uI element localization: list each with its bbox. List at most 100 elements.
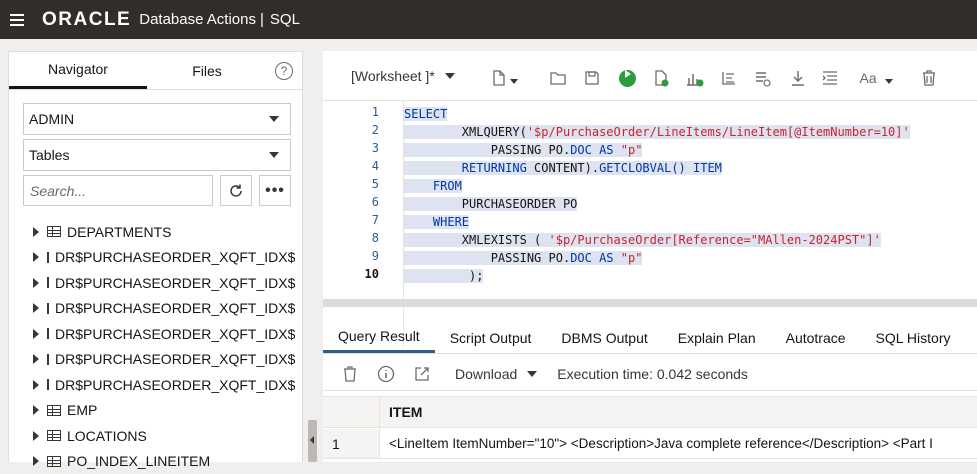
expand-arrow-icon[interactable] [33, 278, 39, 288]
tab-dbms-output[interactable]: DBMS Output [546, 322, 662, 353]
expand-arrow-icon[interactable] [33, 252, 39, 262]
tab-sql-history[interactable]: SQL History [861, 322, 966, 353]
results-toolbar: Download Execution time: 0.042 seconds [323, 357, 977, 391]
expand-arrow-icon[interactable] [33, 354, 39, 364]
table-icon [47, 430, 61, 441]
code-line: FROM [404, 177, 462, 195]
table-icon [47, 456, 61, 467]
refresh-button[interactable] [220, 175, 252, 206]
panel-collapse-handle[interactable] [308, 420, 317, 462]
download-icon[interactable] [788, 68, 808, 88]
text-case-icon[interactable]: Aa [860, 68, 876, 88]
worksheet-label: [Worksheet ]* [351, 68, 435, 84]
table-icon [47, 252, 49, 263]
table-icon [47, 303, 49, 314]
sql-editor[interactable]: 1 2 3 4 5 6 7 8 9 10 SELECT XMLQUERY('$p… [323, 101, 977, 347]
help-icon[interactable]: ? [275, 62, 293, 80]
list-item[interactable]: DR$PURCHASEORDER_XQFT_IDX$ [33, 245, 295, 271]
results-grid-header: ITEM [323, 396, 977, 428]
line-number: 2 [372, 123, 379, 137]
expand-arrow-icon[interactable] [33, 329, 39, 339]
tab-navigator[interactable]: Navigator [9, 52, 147, 89]
schema-select[interactable]: ADMIN [23, 103, 291, 135]
table-row[interactable]: 1 <LineItem ItemNumber="10"> <Descriptio… [323, 429, 977, 459]
worksheet-select[interactable]: [Worksheet ]* [351, 68, 455, 84]
save-icon[interactable] [582, 68, 602, 88]
chevron-down-icon [527, 371, 537, 377]
new-worksheet-icon[interactable] [489, 68, 509, 88]
chevron-down-icon[interactable] [509, 72, 519, 92]
format-icon[interactable] [820, 68, 840, 88]
code-line: XMLQUERY('$p/PurchaseOrder/LineItems/Lin… [404, 123, 910, 141]
column-header-item[interactable]: ITEM [380, 397, 422, 427]
cell-item[interactable]: <LineItem ItemNumber="10"> <Description>… [380, 429, 933, 458]
line-number-gutter: 1 2 3 4 5 6 7 8 9 10 [323, 101, 403, 347]
line-number: 7 [372, 213, 379, 227]
code-line: ); [404, 267, 483, 285]
table-icon [47, 277, 49, 288]
expand-arrow-icon[interactable] [33, 456, 39, 466]
tab-explain-plan[interactable]: Explain Plan [663, 322, 771, 353]
tab-files[interactable]: Files [147, 52, 267, 89]
download-label: Download [455, 366, 517, 382]
editor-results-splitter[interactable] [323, 299, 977, 307]
code-line: WHERE [404, 213, 469, 231]
navigator-panel: Navigator Files ? ADMIN Tables Search...… [8, 51, 303, 462]
tab-query-result[interactable]: Query Result [323, 322, 435, 353]
worksheet-toolbar: [Worksheet ]* [323, 51, 977, 101]
explain-plan-icon[interactable] [685, 68, 705, 88]
search-input[interactable]: Search... [23, 175, 213, 206]
tab-script-output[interactable]: Script Output [435, 322, 547, 353]
list-item[interactable]: DR$PURCHASEORDER_XQFT_IDX$ [33, 296, 295, 322]
code-area[interactable]: SELECT XMLQUERY('$p/PurchaseOrder/LineIt… [403, 101, 977, 347]
list-item[interactable]: DR$PURCHASEORDER_XQFT_IDX$ [33, 270, 295, 296]
list-item[interactable]: DR$PURCHASEORDER_XQFT_IDX$ [33, 321, 295, 347]
line-number: 8 [372, 231, 379, 245]
download-dropdown[interactable]: Download [455, 366, 537, 382]
line-number: 5 [372, 177, 379, 191]
list-item[interactable]: DR$PURCHASEORDER_XQFT_IDX$ [33, 372, 295, 398]
open-in-new-icon[interactable] [413, 365, 431, 383]
expand-arrow-icon[interactable] [33, 227, 39, 237]
sql-history-icon[interactable] [752, 68, 772, 88]
expand-arrow-icon[interactable] [33, 303, 39, 313]
delete-icon[interactable] [341, 365, 359, 383]
object-type-value: Tables [29, 147, 69, 163]
title-separator: | [260, 11, 264, 28]
row-number: 1 [323, 429, 380, 458]
object-type-select[interactable]: Tables [23, 139, 291, 171]
open-icon[interactable] [548, 68, 568, 88]
list-item[interactable]: EMP [33, 398, 295, 424]
list-item[interactable]: PO_INDEX_LINEITEM [33, 449, 295, 474]
chevron-down-icon[interactable] [884, 72, 894, 92]
list-item[interactable]: LOCATIONS [33, 423, 295, 449]
expand-arrow-icon[interactable] [33, 431, 39, 441]
more-actions-button[interactable]: ••• [259, 175, 291, 206]
run-script-icon[interactable] [651, 68, 671, 88]
line-number: 9 [372, 249, 379, 263]
chevron-down-icon [269, 116, 279, 122]
line-number: 10 [365, 267, 379, 281]
info-icon[interactable] [377, 365, 395, 383]
code-line: RETURNING CONTENT).GETCLOBVAL() ITEM [404, 159, 722, 177]
run-icon[interactable] [617, 68, 637, 88]
expand-arrow-icon[interactable] [33, 380, 39, 390]
table-icon [47, 379, 49, 390]
tab-autotrace[interactable]: Autotrace [771, 322, 861, 353]
table-icon [47, 354, 49, 365]
list-item[interactable]: DR$PURCHASEORDER_XQFT_IDX$ [33, 347, 295, 373]
table-icon [47, 405, 61, 416]
top-bar: ORACLE Database Actions | SQL [0, 0, 977, 39]
schema-value: ADMIN [29, 111, 74, 127]
hamburger-menu-icon[interactable] [10, 14, 24, 26]
list-item[interactable]: DEPARTMENTS [33, 219, 295, 245]
clear-icon[interactable] [919, 68, 939, 88]
expand-arrow-icon[interactable] [33, 405, 39, 415]
navigator-tabs: Navigator Files ? [9, 52, 302, 90]
line-number: 6 [372, 195, 379, 209]
worksheet-panel: [Worksheet ]* [323, 51, 977, 462]
more-icon: ••• [265, 182, 285, 200]
autotrace-icon[interactable] [719, 68, 739, 88]
app-title: Database Actions [139, 11, 256, 28]
chevron-down-icon [445, 73, 455, 79]
